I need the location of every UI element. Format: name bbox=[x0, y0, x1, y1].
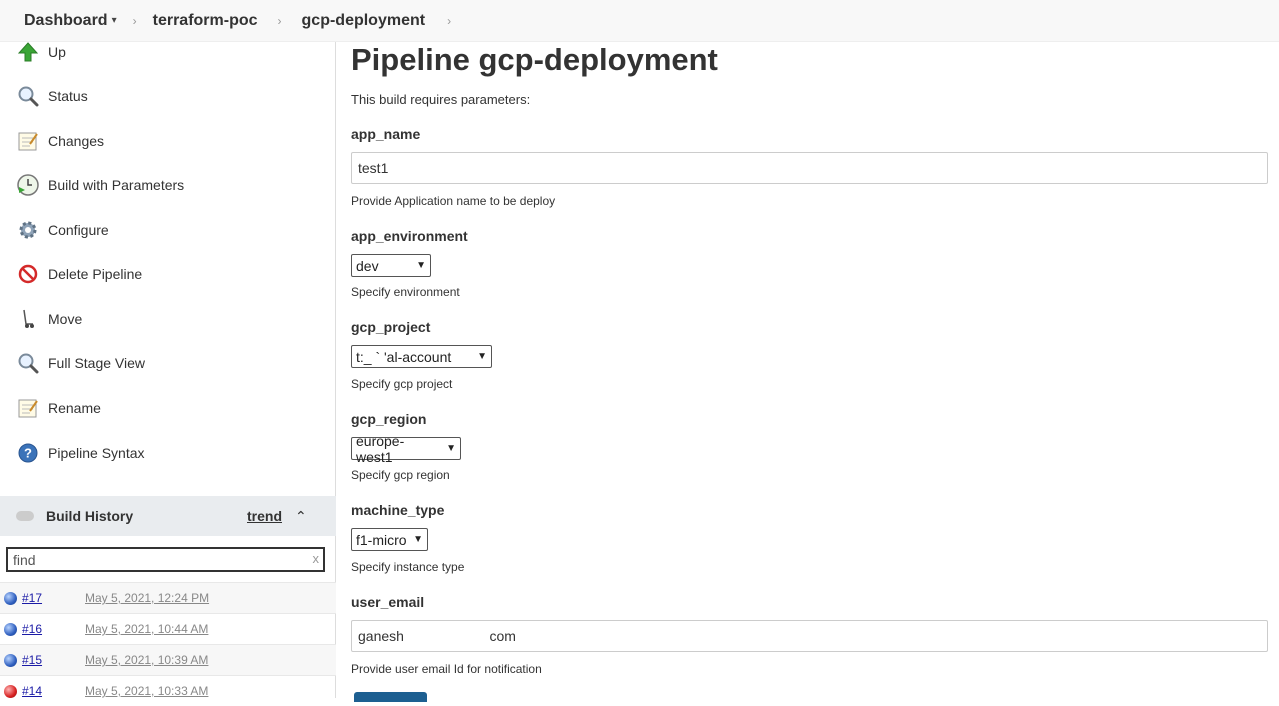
breadcrumb-separator-icon: › bbox=[277, 13, 282, 28]
sidebar-item-changes[interactable]: Changes bbox=[16, 127, 104, 155]
breadcrumb-terraform-poc-label[interactable]: terraform-poc bbox=[153, 12, 258, 30]
param-label-gcp-project: gcp_project bbox=[351, 319, 431, 335]
chevron-down-icon: ▼ bbox=[446, 443, 456, 454]
clock-play-icon bbox=[16, 173, 40, 197]
status-ball-icon bbox=[4, 653, 17, 667]
sidebar-item-up[interactable]: Up bbox=[16, 38, 66, 66]
sidebar-item-build-with-parameters[interactable]: Build with Parameters bbox=[16, 171, 184, 199]
user-email-input[interactable]: ganesh com bbox=[351, 620, 1268, 652]
sidebar-item-label[interactable]: Status bbox=[48, 88, 88, 104]
parameters-intro: This build requires parameters: bbox=[351, 92, 531, 107]
chevron-down-icon: ▼ bbox=[477, 351, 487, 362]
filter-placeholder: find bbox=[13, 552, 36, 568]
param-label-app-environment: app_environment bbox=[351, 228, 468, 244]
gear-icon bbox=[16, 218, 40, 242]
sidebar-item-label[interactable]: Rename bbox=[48, 400, 101, 416]
sidebar-item-full-stage-view[interactable]: Full Stage View bbox=[16, 349, 145, 377]
param-desc-gcp-region: Specify gcp region bbox=[351, 468, 450, 482]
sidebar-item-label[interactable]: Full Stage View bbox=[48, 355, 145, 371]
app-name-input[interactable]: test1 bbox=[351, 152, 1268, 184]
sidebar-item-status[interactable]: Status bbox=[16, 82, 88, 110]
notepad-icon bbox=[16, 396, 40, 420]
param-label-gcp-region: gcp_region bbox=[351, 411, 427, 427]
clear-filter-icon[interactable]: x bbox=[313, 551, 320, 566]
breadcrumb-dashboard-label[interactable]: Dashboard bbox=[24, 12, 108, 30]
param-label-user-email: user_email bbox=[351, 594, 425, 610]
build-date-link[interactable]: May 5, 2021, 10:44 AM bbox=[85, 622, 208, 636]
build-row: #15 May 5, 2021, 10:39 AM bbox=[0, 644, 336, 675]
gcp-project-select[interactable]: t:_ ` 'al-account ▼ bbox=[351, 345, 492, 368]
gcp-region-value: europe-west1 bbox=[356, 432, 405, 465]
build-history-header: Build History trend ⌃ bbox=[0, 496, 336, 536]
build-number-link[interactable]: #16 bbox=[22, 622, 42, 636]
param-desc-machine-type: Specify instance type bbox=[351, 560, 465, 574]
page-title: Pipeline gcp-deployment bbox=[351, 42, 718, 77]
sidebar-item-pipeline-syntax[interactable]: ? Pipeline Syntax bbox=[16, 439, 145, 467]
build-number-link[interactable]: #15 bbox=[22, 653, 42, 667]
app-environment-value: dev bbox=[356, 257, 379, 274]
param-desc-app-environment: Specify environment bbox=[351, 285, 460, 299]
up-arrow-icon bbox=[16, 40, 40, 64]
build-button[interactable] bbox=[354, 692, 427, 702]
sidebar-item-move[interactable]: Move bbox=[16, 305, 82, 333]
build-date-link[interactable]: May 5, 2021, 10:39 AM bbox=[85, 653, 208, 667]
chevron-down-icon[interactable]: ▾ bbox=[112, 15, 117, 26]
build-number-link[interactable]: #17 bbox=[22, 591, 42, 605]
build-row: #16 May 5, 2021, 10:44 AM bbox=[0, 613, 336, 644]
breadcrumb-dashboard[interactable]: Dashboard ▾ bbox=[24, 12, 117, 30]
status-ball-icon bbox=[4, 591, 17, 605]
build-history-title: Build History bbox=[46, 508, 134, 524]
breadcrumb-gcp-deployment[interactable]: gcp-deployment bbox=[302, 12, 426, 30]
status-ball-icon bbox=[4, 684, 17, 698]
sidebar-item-label[interactable]: Changes bbox=[48, 133, 104, 149]
sidebar-item-configure[interactable]: Configure bbox=[16, 216, 109, 244]
trend-link[interactable]: trend bbox=[247, 508, 282, 524]
no-entry-icon bbox=[16, 262, 40, 286]
param-label-app-name: app_name bbox=[351, 126, 421, 142]
sidebar-item-label[interactable]: Configure bbox=[48, 222, 109, 238]
machine-type-value: f1-micro bbox=[356, 531, 407, 548]
gcp-region-select[interactable]: europe-west1 ▼ bbox=[351, 433, 461, 465]
build-row: #17 May 5, 2021, 12:24 PM bbox=[0, 582, 336, 613]
gcp-project-value: t:_ ` 'al-account bbox=[356, 348, 452, 365]
breadcrumb-separator-icon[interactable]: › bbox=[447, 14, 451, 28]
sidebar: Up Status Changes Build with Parameters … bbox=[0, 42, 336, 698]
help-icon: ? bbox=[16, 441, 40, 465]
machine-type-select[interactable]: f1-micro ▼ bbox=[351, 528, 428, 551]
sidebar-item-delete-pipeline[interactable]: Delete Pipeline bbox=[16, 260, 142, 288]
build-history-filter-input[interactable]: find x bbox=[6, 547, 325, 572]
user-email-value: ganesh com bbox=[358, 628, 516, 644]
param-desc-gcp-project: Specify gcp project bbox=[351, 377, 453, 391]
build-number-link[interactable]: #14 bbox=[22, 684, 42, 698]
chevron-down-icon: ▼ bbox=[416, 260, 426, 271]
build-date-link[interactable]: May 5, 2021, 12:24 PM bbox=[85, 591, 209, 605]
collapse-chevron-icon[interactable]: ⌃ bbox=[295, 508, 307, 525]
sidebar-item-label[interactable]: Move bbox=[48, 311, 82, 327]
breadcrumb-terraform-poc[interactable]: terraform-poc bbox=[153, 12, 258, 30]
sidebar-item-label[interactable]: Pipeline Syntax bbox=[48, 445, 145, 461]
svg-text:?: ? bbox=[24, 446, 32, 461]
sidebar-item-label[interactable]: Up bbox=[48, 44, 66, 60]
breadcrumb-separator-icon: › bbox=[132, 13, 137, 28]
build-row: #14 May 5, 2021, 10:33 AM bbox=[0, 675, 336, 706]
param-desc-user-email: Provide user email Id for notification bbox=[351, 662, 542, 676]
param-label-machine-type: machine_type bbox=[351, 502, 445, 518]
breadcrumb-gcp-deployment-label[interactable]: gcp-deployment bbox=[302, 12, 426, 30]
app-environment-select[interactable]: dev ▼ bbox=[351, 254, 431, 277]
breadcrumb: Dashboard ▾ › terraform-poc › gcp-deploy… bbox=[0, 0, 1279, 42]
chevron-down-icon: ▼ bbox=[413, 534, 423, 545]
notepad-icon bbox=[16, 129, 40, 153]
weather-cloud-icon bbox=[16, 511, 34, 521]
magnifier-icon bbox=[16, 84, 40, 108]
sidebar-item-rename[interactable]: Rename bbox=[16, 394, 101, 422]
param-desc-app-name: Provide Application name to be deploy bbox=[351, 194, 556, 208]
build-date-link[interactable]: May 5, 2021, 10:33 AM bbox=[85, 684, 208, 698]
hand-truck-icon bbox=[16, 307, 40, 331]
app-name-value: test1 bbox=[358, 160, 389, 176]
magnifier-icon bbox=[16, 351, 40, 375]
sidebar-item-label[interactable]: Delete Pipeline bbox=[48, 266, 142, 282]
sidebar-item-label[interactable]: Build with Parameters bbox=[48, 177, 184, 193]
status-ball-icon bbox=[4, 622, 17, 636]
